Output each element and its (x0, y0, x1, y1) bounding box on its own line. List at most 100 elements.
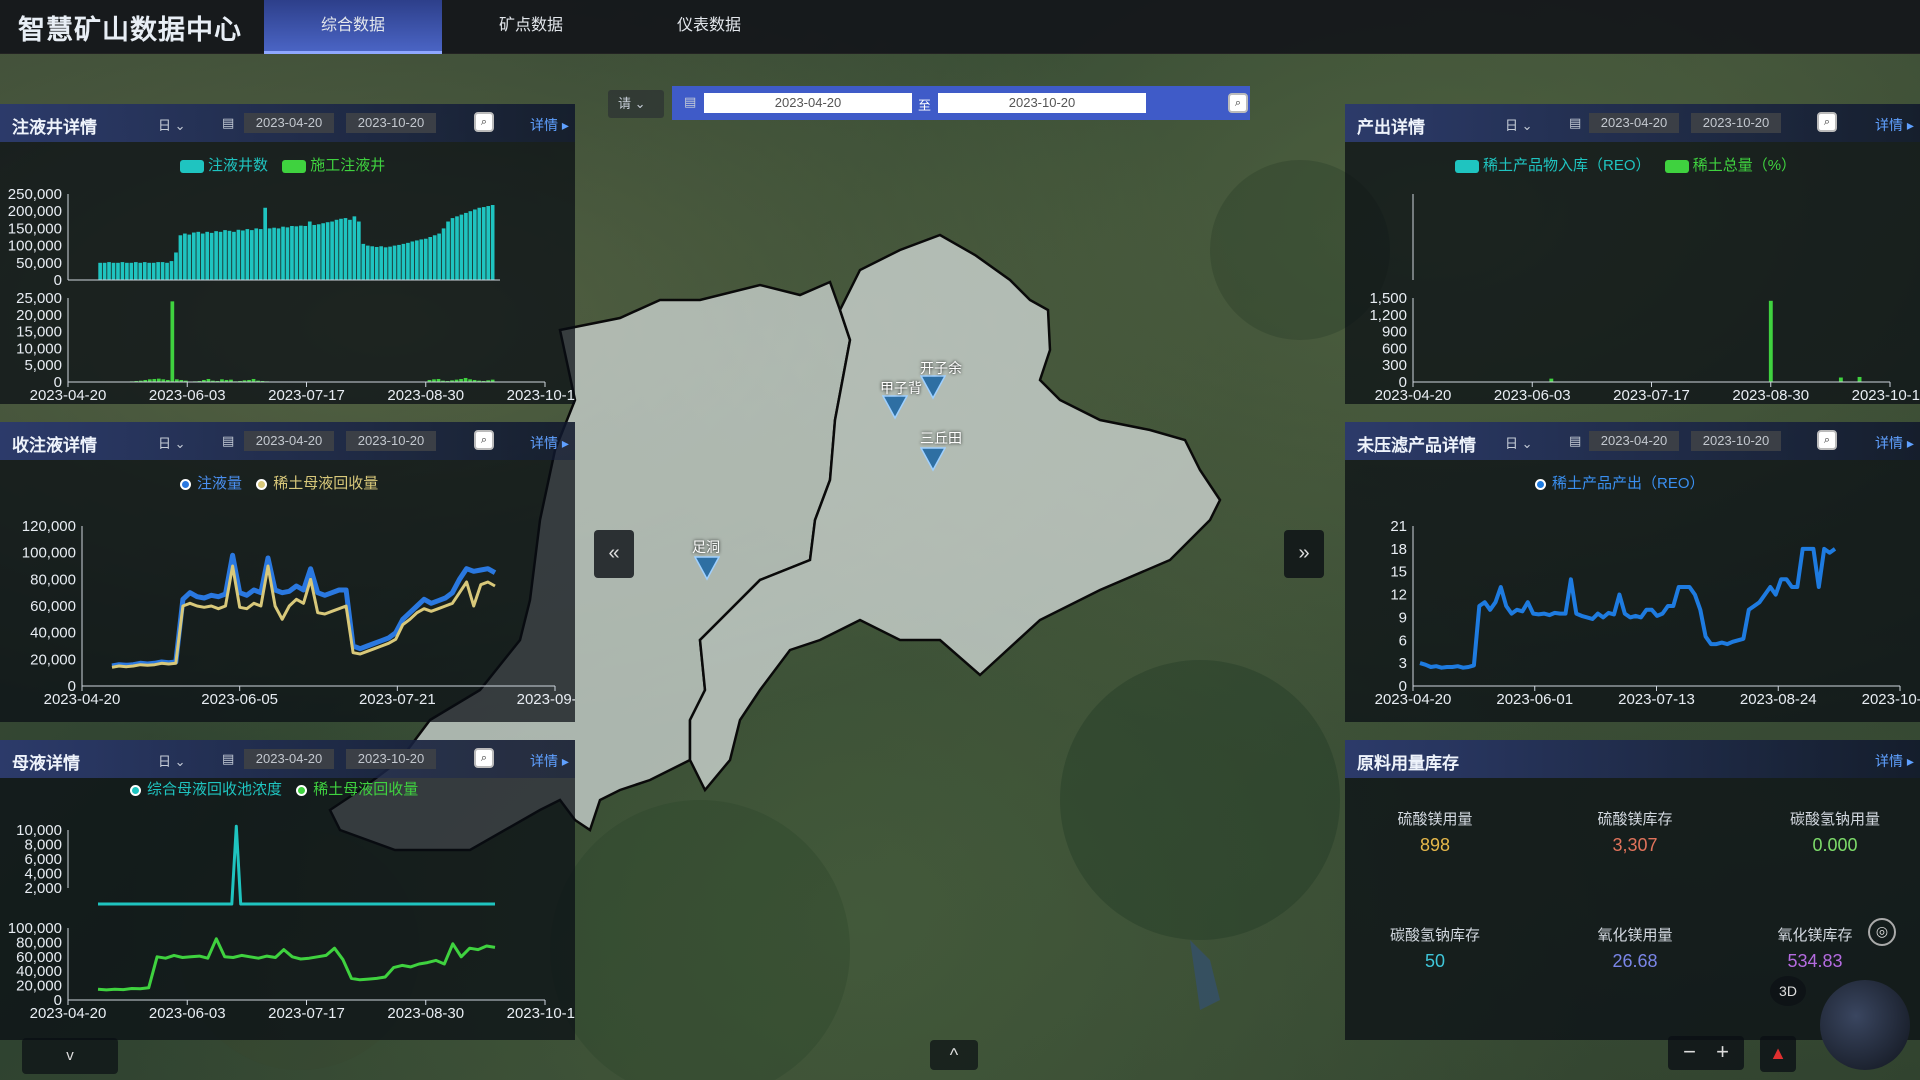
detail-link[interactable]: 详情 ▸ (530, 433, 569, 453)
x-tick-label: 2023-10-05 (1862, 691, 1920, 708)
map-marker-kaiziyu[interactable]: 开子余 (919, 360, 962, 405)
search-icon: ⌕ (1823, 116, 1831, 128)
bar (142, 262, 147, 280)
end-date-input[interactable] (1691, 431, 1781, 451)
end-date-input[interactable] (346, 749, 436, 769)
marker-label: 甲子背 (880, 380, 922, 396)
end-date-input[interactable] (346, 113, 436, 133)
period-select[interactable]: 日 ⌄ (1505, 433, 1533, 452)
map-prev-button[interactable]: « (594, 530, 634, 578)
bar (343, 218, 348, 280)
bar (463, 377, 468, 382)
x-tick-label: 2023-04-20 (30, 387, 107, 404)
detail-link[interactable]: 详情 ▸ (530, 751, 569, 771)
output-chart: 1,5001,20090060030002023-04-20 2023-06-03… (1369, 194, 1920, 404)
bar (334, 219, 339, 280)
locate-icon[interactable]: ◎ (1868, 918, 1896, 946)
tab-overview[interactable]: 综合数据 (264, 0, 442, 54)
detail-link[interactable]: 详情 ▸ (1875, 433, 1914, 453)
y-tick-label: 60,000 (30, 598, 76, 615)
bottom-expand-button[interactable]: ^ (930, 1040, 978, 1070)
search-button[interactable]: ⌕ (474, 748, 494, 768)
period-select[interactable]: 日 ⌄ (158, 433, 186, 452)
legend-item[interactable]: 综合母液回收池浓度 (130, 781, 282, 798)
period-select[interactable]: 日 ⌄ (1505, 115, 1533, 134)
y-tick-label: 1,200 (1369, 307, 1407, 324)
x-tick-label: 2023-08-30 (1732, 387, 1809, 404)
legend-item[interactable]: 稀土产品物入库（REO） (1455, 157, 1651, 174)
map-marker-sanqiutian[interactable]: 三丘田 (919, 430, 962, 477)
end-date-input[interactable] (346, 431, 436, 451)
start-date-input[interactable] (244, 113, 334, 133)
map-next-button[interactable]: » (1284, 530, 1324, 578)
legend-item[interactable]: 注液量 (180, 475, 242, 492)
start-date-input[interactable] (1589, 431, 1679, 451)
bar (446, 221, 450, 280)
map-marker-zudong[interactable]: 足洞 (692, 539, 721, 586)
start-date-input[interactable] (1589, 113, 1679, 133)
legend-item[interactable]: 施工注液井 (282, 157, 385, 174)
x-tick-label: 2023-08-30 (387, 1005, 464, 1022)
collapse-button[interactable]: v (22, 1038, 118, 1074)
app-title: 智慧矿山数据中心 (18, 15, 242, 45)
y-tick-label: 20,000 (30, 651, 76, 668)
y-tick-label: 150,000 (8, 220, 62, 237)
bar (285, 227, 290, 280)
bar (196, 231, 201, 280)
bar (441, 228, 446, 280)
bar (423, 238, 428, 280)
start-date-input[interactable] (244, 431, 334, 451)
y-tick-label: 9 (1399, 609, 1407, 626)
legend-item[interactable]: 稀土产品产出（REO） (1535, 475, 1705, 492)
bar (147, 262, 152, 280)
chart-legend: 注液量 稀土母液回收量 (180, 472, 378, 493)
period-select[interactable]: 日 ⌄ (158, 751, 186, 770)
bar (276, 228, 281, 280)
map-search-button[interactable]: ⌕ (1228, 93, 1248, 113)
map-end-date-input[interactable] (938, 93, 1146, 113)
map-marker-jiazibei[interactable]: 甲子背 (880, 380, 922, 425)
legend-item[interactable]: 注液井数 (180, 157, 268, 174)
map-filter-select[interactable]: 请 ⌄ (608, 90, 664, 118)
search-button[interactable]: ⌕ (474, 112, 494, 132)
globe-icon[interactable] (1820, 980, 1910, 1070)
tab-meters[interactable]: 仪表数据 (620, 0, 798, 54)
bar (472, 209, 477, 280)
bar (116, 262, 120, 280)
y-tick-label: 80,000 (30, 571, 76, 588)
marker-label: 足洞 (692, 539, 720, 555)
period-select[interactable]: 日 ⌄ (158, 115, 186, 134)
bar (258, 229, 263, 280)
tab-mine-points[interactable]: 矿点数据 (442, 0, 620, 54)
start-date-input[interactable] (244, 749, 334, 769)
detail-link[interactable]: 详情 ▸ (530, 115, 569, 135)
map-start-date-input[interactable] (704, 93, 912, 113)
legend-item[interactable]: 稀土母液回收量 (256, 475, 378, 492)
search-button[interactable]: ⌕ (474, 430, 494, 450)
bar (133, 262, 138, 280)
bar (330, 221, 334, 280)
compass-icon[interactable]: ▲ (1760, 1036, 1796, 1072)
series-line (97, 937, 496, 992)
unpressed-chart: 2118151296302023-04-20 2023-06-01 2023-07-… (1375, 518, 1920, 708)
legend-item[interactable]: 稀土母液回收量 (296, 781, 418, 798)
bar (120, 262, 125, 280)
bar (361, 243, 366, 280)
end-date-input[interactable] (1691, 113, 1781, 133)
x-tick-label: 2023-09-05 (517, 691, 575, 708)
calendar-icon: ▤ (1569, 433, 1582, 448)
y-tick-label: 120,000 (22, 518, 76, 535)
zoom-in-button[interactable]: + (1716, 1039, 1729, 1064)
3d-toggle-button[interactable]: 3D (1770, 976, 1806, 1006)
y-tick-label: 1,500 (1369, 290, 1407, 307)
bar (383, 247, 388, 280)
legend-item[interactable]: 稀土总量（%） (1664, 157, 1796, 174)
detail-link[interactable]: 详情 ▸ (1875, 115, 1914, 135)
search-button[interactable]: ⌕ (1817, 430, 1837, 450)
bar (392, 245, 397, 280)
search-button[interactable]: ⌕ (1817, 112, 1837, 132)
detail-link[interactable]: 详情 ▸ (1875, 751, 1914, 771)
zoom-out-button[interactable]: − (1683, 1039, 1696, 1064)
panel-title: 母液详情 (12, 754, 80, 773)
bar (397, 244, 401, 280)
